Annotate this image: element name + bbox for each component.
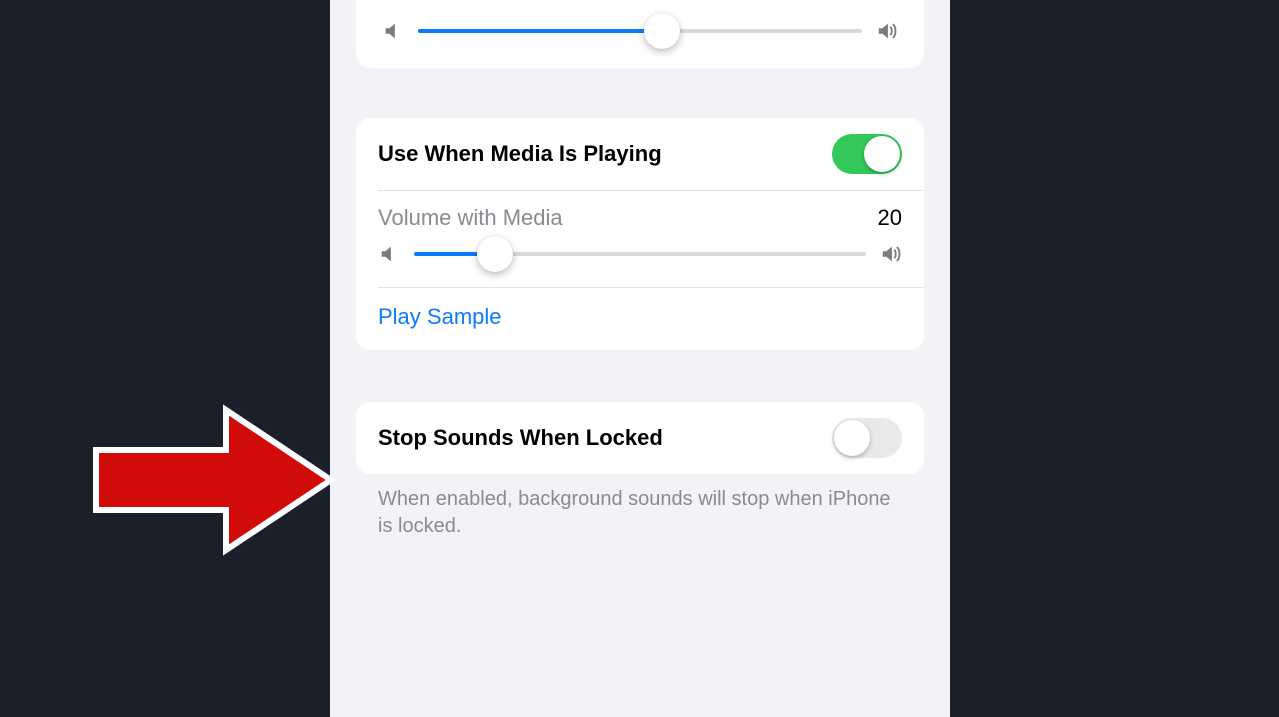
use-when-media-playing-toggle[interactable] xyxy=(832,134,902,174)
stop-sounds-card: Stop Sounds When Locked xyxy=(356,402,924,474)
speaker-max-icon xyxy=(876,20,898,42)
stop-sounds-when-locked-row[interactable]: Stop Sounds When Locked xyxy=(356,402,924,474)
red-arrow-annotation xyxy=(76,400,336,560)
media-settings-card: Use When Media Is Playing Volume with Me… xyxy=(356,118,924,350)
stop-sounds-when-locked-label: Stop Sounds When Locked xyxy=(378,425,832,451)
speaker-max-icon xyxy=(880,243,902,265)
volume-with-media-slider-row xyxy=(378,243,902,265)
volume-with-media-value: 20 xyxy=(878,205,902,231)
play-sample-link[interactable]: Play Sample xyxy=(356,288,924,350)
primary-volume-slider-row xyxy=(382,20,898,42)
stop-sounds-when-locked-toggle[interactable] xyxy=(832,418,902,458)
primary-volume-slider[interactable] xyxy=(418,29,862,33)
use-when-media-playing-label: Use When Media Is Playing xyxy=(378,141,832,167)
stop-sounds-footer-text: When enabled, background sounds will sto… xyxy=(378,486,902,540)
volume-with-media-slider[interactable] xyxy=(414,252,866,256)
speaker-min-icon xyxy=(378,243,400,265)
volume-with-media-label: Volume with Media xyxy=(378,205,878,231)
speaker-min-icon xyxy=(382,20,404,42)
primary-volume-card xyxy=(356,0,924,68)
volume-with-media-header: Volume with Media 20 xyxy=(356,191,924,231)
use-when-media-playing-row[interactable]: Use When Media Is Playing xyxy=(356,118,924,190)
settings-screen: Use When Media Is Playing Volume with Me… xyxy=(330,0,950,717)
